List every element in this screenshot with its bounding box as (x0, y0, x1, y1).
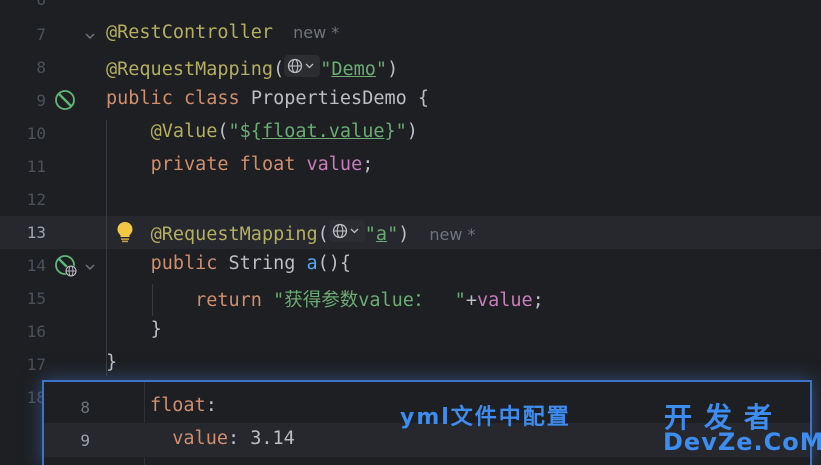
code-text: } (150, 319, 162, 340)
code-line[interactable]: 12 (0, 183, 821, 216)
line-number: 8 (80, 398, 90, 417)
code-text: @RequestMapping("a") new * (106, 220, 476, 245)
line-number: 7 (36, 25, 46, 44)
globe-icon (332, 223, 359, 239)
inlay-hint-new[interactable]: new * (429, 225, 475, 244)
line-number: 17 (26, 355, 46, 374)
fold-chevron-icon[interactable] (84, 27, 96, 46)
line-number: 10 (26, 124, 46, 143)
inlay-hint-new[interactable]: new * (293, 23, 339, 42)
code-line[interactable]: 7 @RestController new * (0, 18, 821, 51)
code-line[interactable]: 8 @RequestMapping("Demo") (0, 51, 821, 84)
spring-bean-icon[interactable] (54, 89, 78, 117)
watermark-logo: DevZe.CoM (663, 428, 821, 456)
code-line-current[interactable]: 13 @RequestMapping("a") new * (0, 216, 821, 249)
line-number: 15 (26, 289, 46, 308)
fold-chevron-icon[interactable] (84, 258, 96, 277)
line-number: 12 (26, 190, 46, 209)
yaml-text: float: (150, 395, 217, 416)
indent-guide (106, 120, 107, 376)
yaml-text: value: 3.14 (172, 428, 295, 449)
code-line[interactable]: 16 } (0, 315, 821, 348)
code-text: @Value("${float.value}") (150, 121, 418, 142)
indent-guide (152, 284, 153, 316)
code-line[interactable]: 14 public String a(){ (0, 249, 821, 282)
code-line[interactable]: 6 (0, 0, 821, 16)
line-number: 8 (36, 58, 46, 77)
code-text: } (106, 352, 118, 373)
line-number: 18 (26, 388, 46, 407)
code-line[interactable]: 9 public class PropertiesDemo { (0, 84, 821, 117)
code-line[interactable]: 11 private float value; (0, 150, 821, 183)
line-number: 6 (0, 0, 46, 9)
line-number: 16 (26, 322, 46, 341)
code-line[interactable]: 10 @Value("${float.value}") (0, 117, 821, 150)
code-text: private float value; (150, 154, 374, 175)
web-endpoint-inlay[interactable] (328, 220, 365, 242)
code-text: @RestController new * (106, 22, 340, 43)
spring-endpoint-icon[interactable] (54, 254, 80, 282)
code-line[interactable]: 15 return "获得参数value： "+value; (0, 282, 821, 315)
code-text: @RequestMapping("Demo") (106, 55, 398, 80)
globe-icon (288, 58, 314, 74)
code-text: public String a(){ (150, 253, 352, 274)
web-endpoint-inlay[interactable] (284, 55, 321, 77)
line-number: 11 (26, 157, 46, 176)
line-number: 13 (26, 223, 46, 242)
code-line[interactable]: 17 } (0, 348, 821, 381)
line-number: 14 (26, 256, 46, 275)
line-number: 9 (80, 431, 90, 450)
annotation-caption: yml文件中配置 (400, 405, 571, 430)
line-number: 9 (36, 91, 46, 110)
code-text: public class PropertiesDemo { (106, 88, 430, 109)
code-text: return "获得参数value： "+value; (195, 290, 544, 311)
